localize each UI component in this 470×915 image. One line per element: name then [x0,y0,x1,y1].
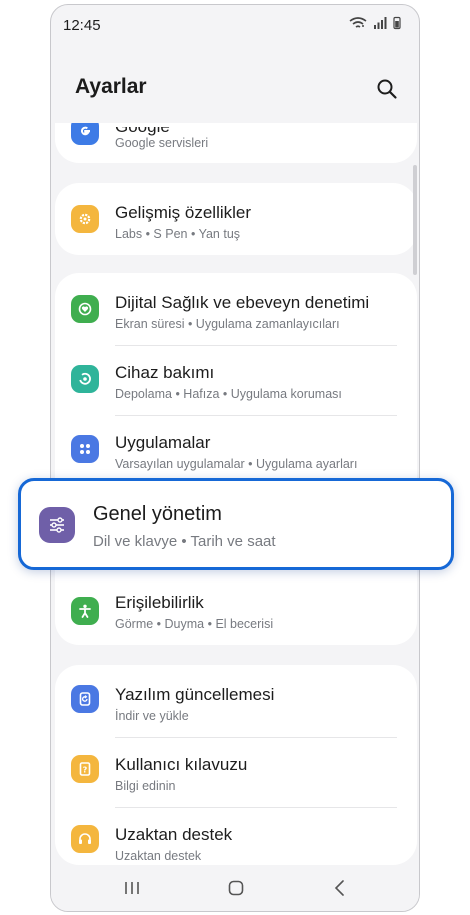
software-label: Yazılım güncellemesi [115,685,275,704]
home-button[interactable] [223,877,249,899]
navigation-bar [51,865,419,911]
wifi-icon [349,17,367,28]
sliders-icon [39,507,75,543]
settings-item-advanced[interactable]: Gelişmiş özellikler Labs • S Pen • Yan t… [55,183,417,253]
puzzle-gear-icon [71,205,99,233]
home-icon [228,880,244,896]
settings-item-accessibility[interactable]: Erişilebilirlik Görme • Duyma • El becer… [55,575,417,645]
card-advanced: Gelişmiş özellikler Labs • S Pen • Yan t… [55,183,417,255]
settings-item-google[interactable]: Google Google servisleri [55,123,417,163]
advanced-sub: Labs • S Pen • Yan tuş [115,227,241,241]
device-care-icon [71,365,99,393]
google-label: Google [115,123,170,136]
software-update-icon [71,685,99,713]
google-icon [71,123,99,145]
accessibility-sub: Görme • Duyma • El becerisi [115,617,274,631]
signal-icon [374,17,387,29]
device-label: Cihaz bakımı [115,363,215,382]
headset-icon [71,825,99,853]
apps-grid-icon [71,435,99,463]
accessibility-icon [71,597,99,625]
manual-label: Kullanıcı kılavuzu [115,755,248,774]
status-icons [349,16,401,30]
phone-frame: 12:45 Ayarlar Google Google servisleri G… [50,4,420,912]
settings-item-software-update[interactable]: Yazılım güncellemesi İndir ve yükle [55,665,417,735]
search-icon [377,79,397,99]
google-sub: Google servisleri [115,136,209,150]
digital-label: Dijital Sağlık ve ebeveyn denetimi [115,293,370,312]
advanced-label: Gelişmiş özellikler [115,203,252,222]
settings-item-apps[interactable]: Uygulamalar Varsayılan uygulamalar • Uyg… [55,413,417,483]
back-button[interactable] [327,877,353,899]
apps-label: Uygulamalar [115,433,211,452]
recents-button[interactable] [119,877,145,899]
software-sub: İndir ve yükle [115,709,189,723]
svg-text:?: ? [83,766,88,775]
highlighted-general-management[interactable]: Genel yönetim Dil ve klavye • Tarih ve s… [18,478,454,570]
remote-label: Uzaktan destek [115,825,233,844]
manual-book-icon: ? [71,755,99,783]
settings-item-digital-wellbeing[interactable]: Dijital Sağlık ve ebeveyn denetimi Ekran… [55,273,417,343]
battery-icon [393,16,401,30]
general-management-label: Genel yönetim [93,503,222,525]
search-button[interactable] [375,77,399,101]
device-sub: Depolama • Hafıza • Uygulama koruması [115,387,342,401]
digital-sub: Ekran süresi • Uygulama zamanlayıcıları [115,317,340,331]
recents-icon [125,882,139,894]
card-system: Dijital Sağlık ve ebeveyn denetimi Ekran… [55,273,417,645]
apps-sub: Varsayılan uygulamalar • Uygulama ayarla… [115,457,358,471]
heart-circle-icon [71,295,99,323]
general-management-sub: Dil ve klavye • Tarih ve saat [93,533,276,550]
manual-sub: Bilgi edinin [115,779,176,793]
remote-sub: Uzaktan destek [115,849,202,863]
settings-item-device-care[interactable]: Cihaz bakımı Depolama • Hafıza • Uygulam… [55,343,417,413]
card-google: Google Google servisleri [55,123,417,163]
scrollbar[interactable] [413,165,417,275]
page-title: Ayarlar [75,75,147,98]
status-bar: 12:45 [51,5,419,45]
settings-item-remote-support[interactable]: Uzaktan destek Uzaktan destek [55,805,417,865]
card-support: Yazılım güncellemesi İndir ve yükle ? Ku… [55,665,417,865]
status-time: 12:45 [63,17,101,34]
settings-item-user-manual[interactable]: ? Kullanıcı kılavuzu Bilgi edinin [55,735,417,805]
back-icon [334,880,344,896]
accessibility-label: Erişilebilirlik [115,593,204,612]
